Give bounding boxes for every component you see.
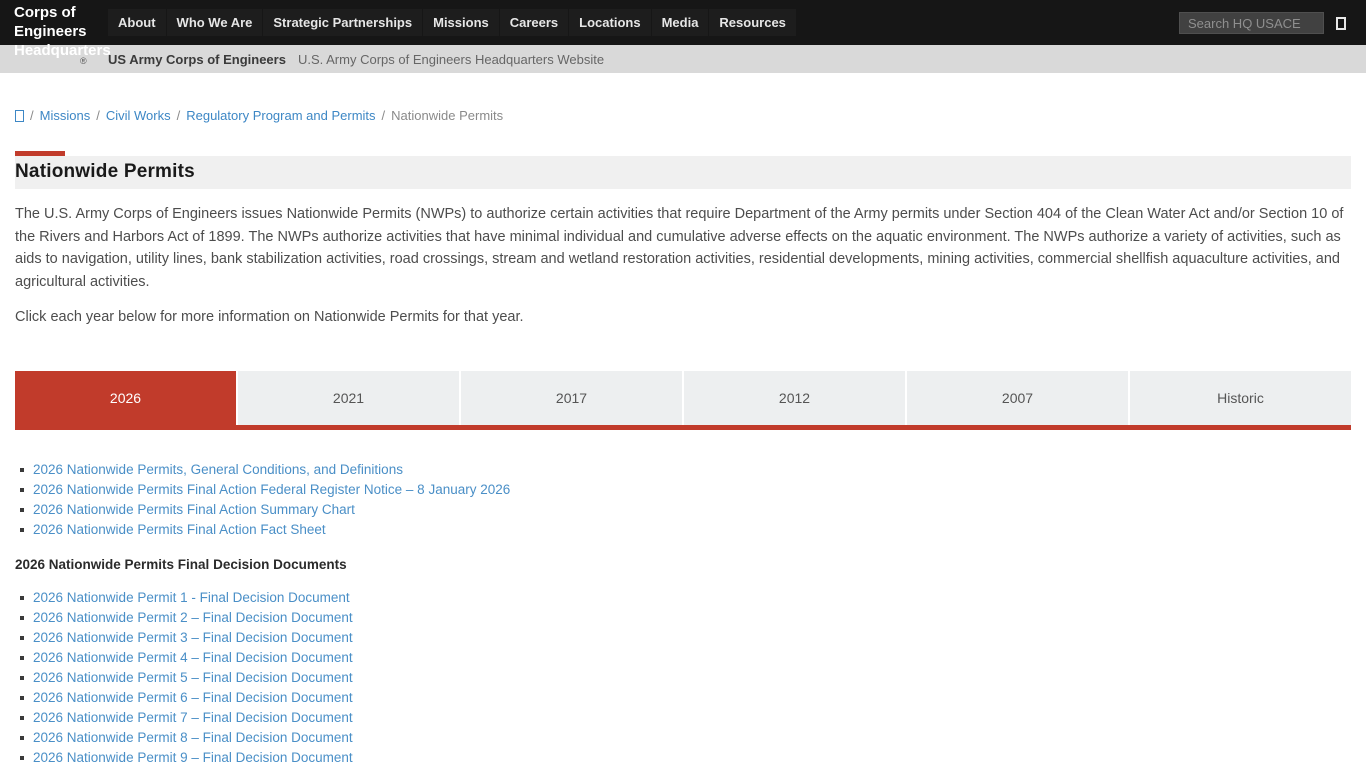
breadcrumb-separator: / (96, 108, 100, 123)
link-permit-6-decision[interactable]: 2026 Nationwide Permit 6 – Final Decisio… (33, 690, 353, 705)
intro-paragraph: The U.S. Army Corps of Engineers issues … (15, 203, 1351, 293)
nav-item-missions[interactable]: Missions (423, 9, 499, 36)
list-item: 2026 Nationwide Permit 5 – Final Decisio… (15, 668, 1351, 688)
link-permit-4-decision[interactable]: 2026 Nationwide Permit 4 – Final Decisio… (33, 650, 353, 665)
link-permit-2-decision[interactable]: 2026 Nationwide Permit 2 – Final Decisio… (33, 610, 353, 625)
general-links-list: 2026 Nationwide Permits, General Conditi… (15, 460, 1351, 540)
site-logo[interactable]: Corps of Engineers Headquarters (14, 3, 124, 60)
nav-item-careers[interactable]: Careers (500, 9, 568, 36)
list-item: 2026 Nationwide Permit 3 – Final Decisio… (15, 628, 1351, 648)
page-title: Nationwide Permits (15, 161, 1351, 183)
list-item: 2026 Nationwide Permits Final Action Fed… (15, 480, 1351, 500)
breadcrumb-separator: / (382, 108, 386, 123)
breadcrumb-current: Nationwide Permits (391, 108, 503, 123)
top-navigation-bar: Corps of Engineers Headquarters About Wh… (0, 0, 1366, 45)
breadcrumb-separator: / (177, 108, 181, 123)
home-icon[interactable] (15, 110, 24, 122)
list-item: 2026 Nationwide Permit 7 – Final Decisio… (15, 708, 1351, 728)
logo-line-2: Engineers (14, 22, 124, 41)
list-item: 2026 Nationwide Permits Final Action Sum… (15, 500, 1351, 520)
breadcrumb-link-regulatory-program[interactable]: Regulatory Program and Permits (186, 108, 375, 123)
title-band: Nationwide Permits (15, 156, 1351, 189)
link-general-conditions[interactable]: 2026 Nationwide Permits, General Conditi… (33, 462, 403, 477)
breadcrumb-separator: / (30, 108, 34, 123)
link-fact-sheet[interactable]: 2026 Nationwide Permits Final Action Fac… (33, 522, 326, 537)
site-name: U.S. Army Corps of Engineers Headquarter… (298, 52, 604, 67)
search-area (1179, 12, 1352, 34)
link-summary-chart[interactable]: 2026 Nationwide Permits Final Action Sum… (33, 502, 355, 517)
list-item: 2026 Nationwide Permits, General Conditi… (15, 460, 1351, 480)
tab-2026[interactable]: 2026 (15, 371, 236, 425)
link-permit-8-decision[interactable]: 2026 Nationwide Permit 8 – Final Decisio… (33, 730, 353, 745)
list-item: 2026 Nationwide Permit 4 – Final Decisio… (15, 648, 1351, 668)
main-nav: About Who We Are Strategic Partnerships … (108, 0, 797, 45)
search-icon (1336, 17, 1346, 30)
breadcrumb-link-civil-works[interactable]: Civil Works (106, 108, 171, 123)
list-item: 2026 Nationwide Permit 6 – Final Decisio… (15, 688, 1351, 708)
decision-documents-list: 2026 Nationwide Permit 1 - Final Decisio… (15, 588, 1351, 768)
logo-line-1: Corps of (14, 3, 124, 22)
tab-2021[interactable]: 2021 (238, 371, 459, 425)
breadcrumb-link-missions[interactable]: Missions (40, 108, 91, 123)
tab-2017[interactable]: 2017 (461, 371, 682, 425)
list-item: 2026 Nationwide Permits Final Action Fac… (15, 520, 1351, 540)
nav-item-strategic-partnerships[interactable]: Strategic Partnerships (263, 9, 422, 36)
search-input[interactable] (1179, 12, 1324, 34)
organization-name: US Army Corps of Engineers (108, 52, 286, 67)
nav-item-who-we-are[interactable]: Who We Are (167, 9, 263, 36)
link-permit-3-decision[interactable]: 2026 Nationwide Permit 3 – Final Decisio… (33, 630, 353, 645)
site-identity-bar: ® US Army Corps of Engineers U.S. Army C… (0, 45, 1366, 73)
main-content: / Missions / Civil Works / Regulatory Pr… (0, 108, 1366, 768)
breadcrumb: / Missions / Civil Works / Regulatory Pr… (15, 108, 1351, 123)
list-item: 2026 Nationwide Permit 8 – Final Decisio… (15, 728, 1351, 748)
search-button[interactable] (1330, 12, 1352, 34)
list-item: 2026 Nationwide Permit 2 – Final Decisio… (15, 608, 1351, 628)
link-permit-9-decision[interactable]: 2026 Nationwide Permit 9 – Final Decisio… (33, 750, 353, 765)
link-federal-register-notice[interactable]: 2026 Nationwide Permits Final Action Fed… (33, 482, 510, 497)
link-permit-5-decision[interactable]: 2026 Nationwide Permit 5 – Final Decisio… (33, 670, 353, 685)
nav-item-resources[interactable]: Resources (709, 9, 795, 36)
list-item: 2026 Nationwide Permit 1 - Final Decisio… (15, 588, 1351, 608)
tab-2007[interactable]: 2007 (907, 371, 1128, 425)
list-item: 2026 Nationwide Permit 9 – Final Decisio… (15, 748, 1351, 768)
nav-item-locations[interactable]: Locations (569, 9, 650, 36)
nav-item-media[interactable]: Media (652, 9, 709, 36)
instruction-paragraph: Click each year below for more informati… (15, 309, 1351, 325)
link-permit-7-decision[interactable]: 2026 Nationwide Permit 7 – Final Decisio… (33, 710, 353, 725)
logo-line-3: Headquarters (14, 41, 124, 60)
section-heading: 2026 Nationwide Permits Final Decision D… (15, 557, 1351, 572)
tab-2012[interactable]: 2012 (684, 371, 905, 425)
tab-historic[interactable]: Historic (1130, 371, 1351, 425)
year-tabs: 2026 2021 2017 2012 2007 Historic (15, 371, 1351, 430)
link-permit-1-decision[interactable]: 2026 Nationwide Permit 1 - Final Decisio… (33, 590, 350, 605)
